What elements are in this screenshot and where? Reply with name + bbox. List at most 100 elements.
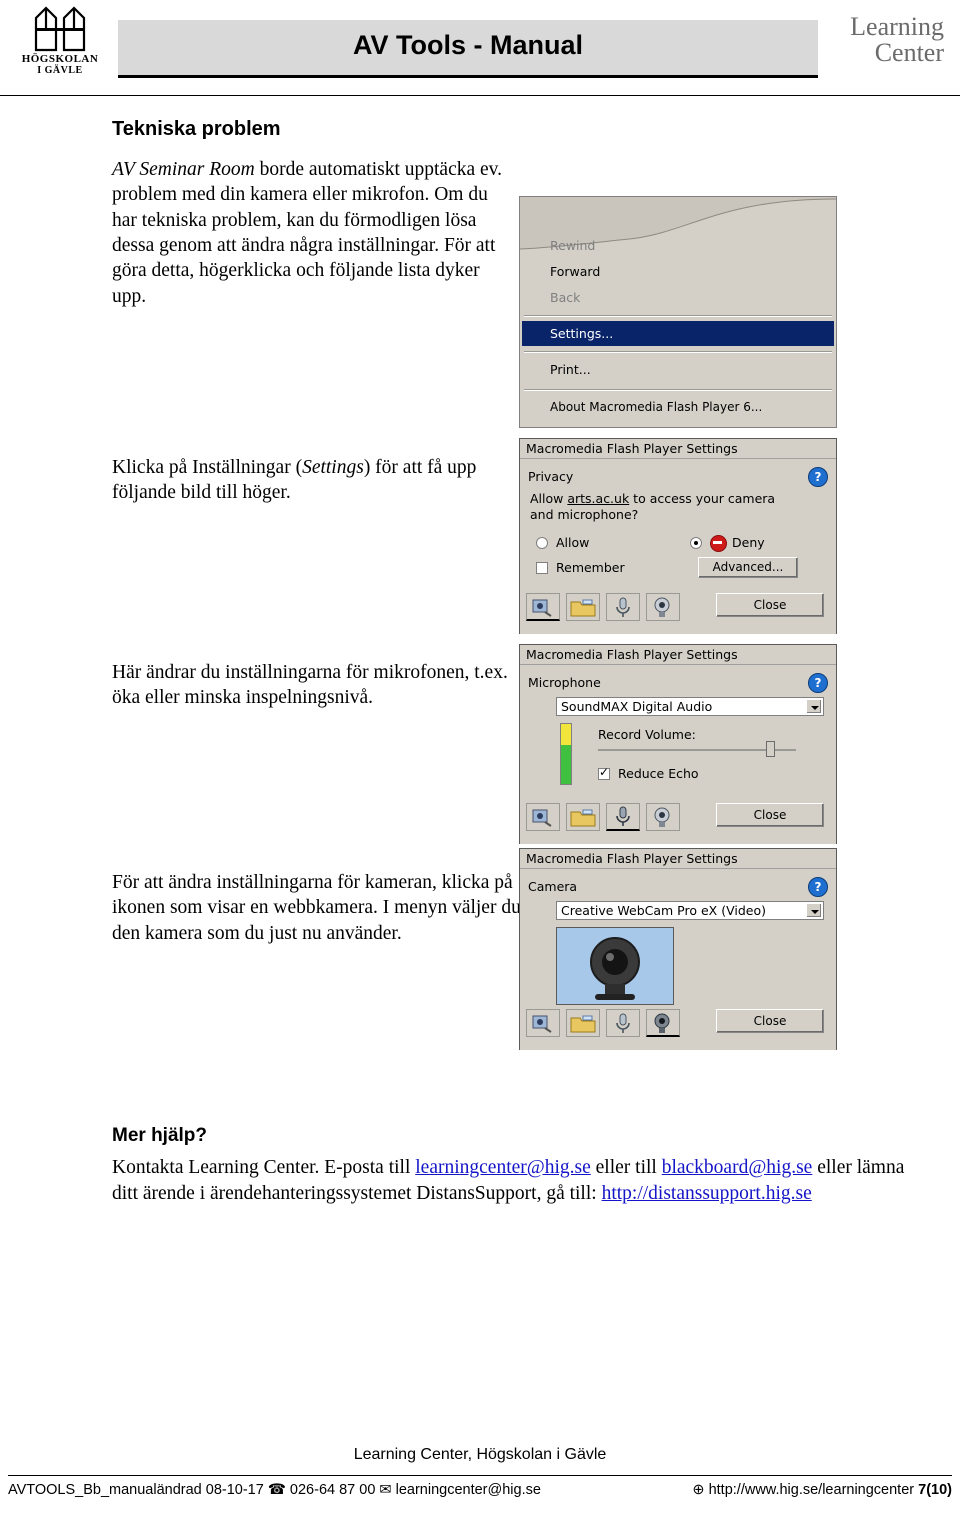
paragraph-2: Klicka på Inställningar (Settings) för a… [112, 455, 512, 506]
help-text-b: eller till [590, 1157, 662, 1178]
page-header: HÖGSKOLAN I GÄVLE AV Tools - Manual Lear… [0, 0, 960, 96]
settings-tabstrip [526, 593, 680, 621]
paragraph-1-emphasis: AV Seminar Room [112, 159, 255, 180]
camera-preview [556, 927, 674, 1005]
paragraph-4: För att ändra inställningarna för kamera… [112, 872, 521, 944]
footer-center-text: Learning Center, Högskolan i Gävle [353, 1446, 607, 1463]
privacy-dialog-body: Privacy ? Allow arts.ac.uk to access you… [520, 459, 836, 634]
footer-phone: 026-64 87 00 [289, 1482, 376, 1498]
context-menu-item-about[interactable]: About Macromedia Flash Player 6... [522, 395, 834, 420]
email-link-learningcenter[interactable]: learningcenter@hig.se [415, 1157, 591, 1178]
privacy-close-button[interactable]: Close [716, 593, 824, 617]
camera-device-select[interactable]: Creative WebCam Pro eX (Video) [556, 901, 824, 920]
deny-label: Deny [732, 535, 765, 550]
microphone-icon[interactable] [606, 593, 640, 621]
privacy-domain-link[interactable]: arts.ac.uk [567, 491, 629, 506]
microphone-icon[interactable] [606, 803, 640, 831]
camera-dialog-title: Macromedia Flash Player Settings [520, 849, 836, 869]
microphone-close-button[interactable]: Close [716, 803, 824, 827]
help-icon[interactable]: ? [808, 673, 828, 693]
more-help-block: Mer hjälp? Kontakta Learning Center. E-p… [112, 1125, 922, 1222]
lc-line-1: Learning [850, 12, 944, 41]
storage-icon[interactable] [566, 1009, 600, 1037]
more-help-heading: Mer hjälp? [112, 1125, 208, 1146]
paragraph-4-block: För att ändra inställningarna för kamera… [112, 870, 522, 960]
university-logo: HÖGSKOLAN I GÄVLE [10, 4, 110, 76]
context-menu-item-rewind[interactable]: Rewind [522, 233, 834, 258]
privacy-icon[interactable] [526, 803, 560, 831]
record-volume-slider-knob[interactable] [766, 741, 775, 757]
paragraph-2-block: Klicka på Inställningar (Settings) för a… [112, 455, 512, 520]
flash-camera-settings-screenshot: Macromedia Flash Player Settings Camera … [519, 848, 837, 1050]
logo-line-2: I GÄVLE [37, 65, 83, 76]
privacy-icon[interactable] [526, 1009, 560, 1037]
reduce-echo-checkbox[interactable] [598, 765, 610, 780]
footer-url[interactable]: http://www.hig.se/learningcenter [709, 1482, 915, 1498]
microphone-icon[interactable] [606, 1009, 640, 1037]
microphone-device-value: SoundMAX Digital Audio [561, 699, 713, 714]
record-volume-label: Record Volume: [598, 727, 696, 742]
privacy-question-text: Allow arts.ac.uk to access your camera a… [530, 491, 830, 523]
camera-section-label: Camera [528, 879, 578, 894]
globe-icon: ⊕ [692, 1482, 705, 1498]
context-menu-item-settings[interactable]: Settings... [522, 321, 834, 346]
reduce-echo-label: Reduce Echo [618, 766, 699, 781]
camera-icon[interactable] [646, 593, 680, 621]
camera-device-value: Creative WebCam Pro eX (Video) [561, 903, 766, 918]
deny-radio[interactable] [690, 537, 702, 549]
paragraph-3-block: Här ändrar du inställningarna för mikrof… [112, 660, 512, 725]
camera-icon[interactable] [646, 803, 680, 831]
help-text-a: Kontakta Learning Center. E-posta till [112, 1157, 416, 1178]
help-icon[interactable]: ? [808, 467, 828, 487]
settings-tabstrip [526, 803, 680, 831]
footer-right: ⊕ http://www.hig.se/learningcenter 7(10) [692, 1482, 952, 1498]
privacy-dialog-title: Macromedia Flash Player Settings [520, 439, 836, 459]
microphone-section-label: Microphone [528, 675, 601, 690]
microphone-dialog-body: Microphone ? SoundMAX Digital Audio Reco… [520, 665, 836, 844]
distanssupport-link[interactable]: http://distanssupport.hig.se [602, 1183, 812, 1204]
context-menu-item-print[interactable]: Print... [522, 357, 834, 382]
paragraph-2-a: Klicka på Inställningar ( [112, 457, 303, 478]
lc-line-2: Center [874, 38, 944, 67]
camera-dialog-body: Camera ? Creative WebCam Pro eX (Video) [520, 869, 836, 1050]
hig-crest-icon [30, 4, 90, 52]
chevron-down-icon[interactable] [806, 699, 822, 714]
privacy-icon[interactable] [526, 593, 560, 621]
help-icon[interactable]: ? [808, 877, 828, 897]
camera-close-button[interactable]: Close [716, 1009, 824, 1033]
camera-icon[interactable] [646, 1009, 680, 1037]
phone-icon: ☎ [267, 1482, 286, 1498]
context-menu-separator-3 [524, 389, 832, 391]
more-help-paragraph: Kontakta Learning Center. E-posta till l… [112, 1155, 922, 1208]
footer-left: AVTOOLS_Bb_manualändrad 08-10-17 ☎ 026-6… [8, 1482, 541, 1498]
advanced-button[interactable]: Advanced... [698, 557, 798, 578]
paragraph-1-rest: borde automatiskt upptäcka ev. problem m… [112, 159, 503, 307]
record-level-meter [560, 723, 572, 785]
page-title: AV Tools - Manual [352, 30, 583, 60]
remember-checkbox[interactable] [536, 562, 548, 574]
allow-radio[interactable] [536, 537, 548, 549]
remember-label: Remember [556, 560, 625, 575]
left-text-column: AV Seminar Room borde automatiskt upptäc… [112, 157, 512, 309]
paragraph-3: Här ändrar du inställningarna för mikrof… [112, 662, 508, 709]
context-menu-item-forward[interactable]: Forward [522, 259, 834, 284]
chevron-down-icon[interactable] [806, 903, 822, 918]
microphone-dialog-title: Macromedia Flash Player Settings [520, 645, 836, 665]
flash-microphone-settings-screenshot: Macromedia Flash Player Settings Microph… [519, 644, 837, 844]
storage-icon[interactable] [566, 803, 600, 831]
privacy-question-line2: and microphone? [530, 507, 639, 522]
settings-tabstrip [526, 1009, 680, 1037]
page-number: 7(10) [918, 1482, 952, 1498]
section-heading: Tekniska problem [112, 118, 281, 140]
microphone-device-select[interactable]: SoundMAX Digital Audio [556, 697, 824, 716]
deny-icon [710, 535, 727, 552]
storage-icon[interactable] [566, 593, 600, 621]
allow-label: Allow [556, 535, 590, 550]
email-link-blackboard[interactable]: blackboard@hig.se [662, 1157, 813, 1178]
privacy-section-label: Privacy [528, 469, 574, 484]
footer-divider [8, 1475, 952, 1476]
document-title-bar: AV Tools - Manual [118, 20, 818, 78]
webcam-illustration-icon [590, 937, 640, 1000]
context-menu-item-back[interactable]: Back [522, 285, 834, 310]
logo-line-1: HÖGSKOLAN [21, 53, 99, 65]
